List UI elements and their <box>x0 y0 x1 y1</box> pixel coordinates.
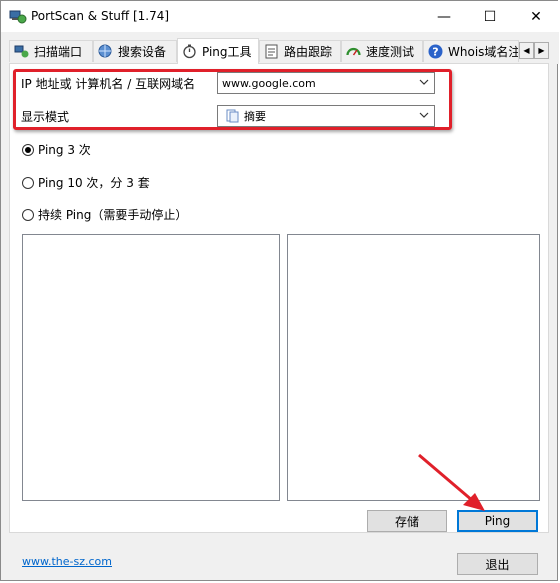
tab-label: Whois域名注 <box>448 45 519 59</box>
radio-label: Ping 3 次 <box>38 143 91 157</box>
close-button[interactable]: ✕ <box>513 1 559 32</box>
network-scan-icon <box>14 45 29 58</box>
radio-circle <box>22 143 34 156</box>
radio-circle <box>22 176 34 189</box>
tab-label: Ping工具 <box>202 45 252 59</box>
exit-button[interactable]: 退出 <box>457 553 538 575</box>
radio-ping-continuous[interactable]: 持续 Ping（需要手动停止） <box>22 206 187 223</box>
tab-search-devices[interactable]: 搜索设备 <box>93 40 177 62</box>
app-icon <box>9 10 27 24</box>
radio-ping-10[interactable]: Ping 10 次，分 3 套 <box>22 174 150 191</box>
speedometer-icon <box>346 47 361 56</box>
tab-speed-test[interactable]: 速度测试 <box>341 40 423 62</box>
close-icon: ✕ <box>530 8 542 25</box>
tab-scroll-right[interactable]: ▶ <box>534 42 549 59</box>
ping-results-list[interactable] <box>22 234 280 501</box>
minimize-icon: — <box>437 8 451 25</box>
globe-search-icon <box>98 44 112 58</box>
tab-label: 搜索设备 <box>118 45 167 59</box>
help-icon: ? <box>428 44 443 59</box>
tab-ping-tool[interactable]: Ping工具 <box>177 38 259 64</box>
maximize-icon: ☐ <box>483 8 497 25</box>
stopwatch-icon <box>183 44 196 59</box>
tab-strip: 扫描端口 搜索设备 Ping工具 路由跟踪 速度测试 ? Whois域名注 ◀ … <box>1 32 559 64</box>
radio-label: 持续 Ping（需要手动停止） <box>38 208 188 222</box>
arrow-annotation-icon <box>418 453 485 511</box>
maximize-button[interactable]: ☐ <box>467 1 513 32</box>
highlight-annotation-box <box>13 69 452 130</box>
window-title: PortScan & Stuff [1.74] <box>31 9 170 23</box>
minimize-button[interactable]: — <box>421 1 467 32</box>
title-bar: PortScan & Stuff [1.74] — ☐ ✕ <box>1 1 559 32</box>
tab-traceroute[interactable]: 路由跟踪 <box>259 40 341 62</box>
radio-label: Ping 10 次，分 3 套 <box>38 176 150 190</box>
tab-label: 扫描端口 <box>34 45 83 59</box>
triangle-left-icon: ◀ <box>523 46 530 55</box>
tab-scroll-left[interactable]: ◀ <box>519 42 534 59</box>
website-link[interactable]: www.the-sz.com <box>22 555 112 568</box>
tab-whois[interactable]: ? Whois域名注 <box>423 40 519 62</box>
tab-label: 路由跟踪 <box>284 45 333 59</box>
radio-ping-3[interactable]: Ping 3 次 <box>22 141 91 158</box>
triangle-right-icon: ▶ <box>538 46 545 55</box>
route-icon <box>265 44 278 59</box>
svg-text:?: ? <box>432 46 438 59</box>
tab-scan-ports[interactable]: 扫描端口 <box>9 40 93 62</box>
tab-label: 速度测试 <box>366 45 415 59</box>
radio-circle <box>22 208 34 221</box>
app-window: PortScan & Stuff [1.74] — ☐ ✕ 扫描端口 搜索设备 <box>0 0 559 581</box>
